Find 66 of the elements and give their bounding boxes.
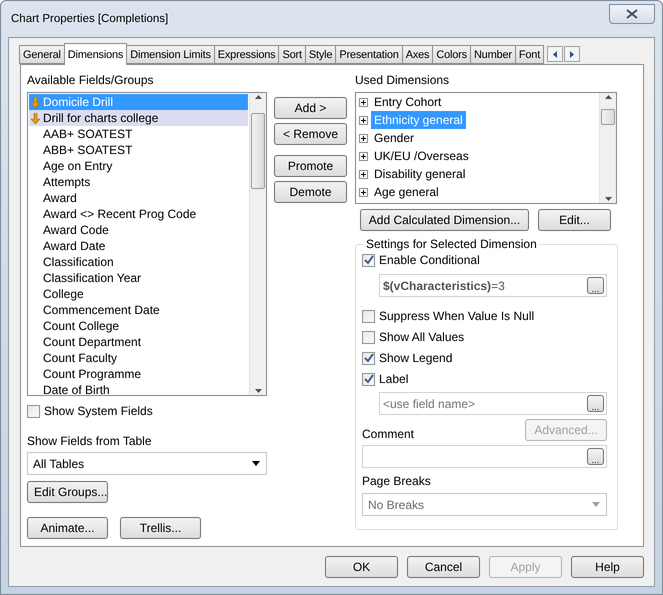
list-item[interactable]: Classification [29,254,248,270]
list-item[interactable]: Award [29,190,248,206]
label-field[interactable]: <use field name> ... [379,392,607,415]
tab[interactable]: General [19,45,65,64]
tree-item[interactable]: UK/EU /Overseas [357,147,598,165]
expression-button[interactable]: ... [587,448,604,465]
list-item[interactable]: ABB+ SOATEST [29,142,248,158]
tab[interactable]: Dimension Limits [126,45,215,64]
dialog-button[interactable]: OK [325,556,398,578]
option-checkbox[interactable]: Show Legend [362,349,607,367]
tab[interactable]: Presentation [335,45,403,64]
edit-groups-button[interactable]: Edit Groups... [27,481,108,503]
tree-item[interactable]: Gender [357,129,598,147]
edit-button[interactable]: Edit... [538,209,611,231]
list-item[interactable]: Age on Entry [29,158,248,174]
move-button[interactable]: Promote [274,155,347,177]
expression-button[interactable]: ... [587,395,604,412]
tree-item[interactable]: Entry Cohort [357,93,598,111]
list-item[interactable]: Count Faculty [29,350,248,366]
condition-field[interactable]: $(vCharacteristics)=3 ... [379,274,607,297]
field-label: Page Breaks [362,474,432,488]
list-item[interactable]: Award Code [29,222,248,238]
tab[interactable]: Axes [402,45,434,64]
dialog-button[interactable]: Trellis... [120,517,201,539]
option-checkbox[interactable]: Suppress When Value Is Null [362,307,607,325]
list-item[interactable]: College [29,286,248,302]
table-dropdown[interactable]: All Tables [27,452,267,475]
move-button[interactable]: Demote [274,181,347,203]
tab[interactable]: Colors [432,45,471,64]
expression-button[interactable]: ... [587,277,604,294]
field-label: Show Fields from Table [27,434,152,448]
label-checkbox[interactable]: Label [362,370,607,388]
list-item[interactable]: Classification Year [29,270,248,286]
add-calculated-dimension-button[interactable]: Add Calculated Dimension... [360,209,529,231]
option-checkbox[interactable]: Show All Values [362,328,607,346]
comment-field[interactable]: ... [362,445,607,468]
list-item[interactable]: AAB+ SOATEST [29,126,248,142]
list-item[interactable]: Count College [29,318,248,334]
move-button[interactable]: Add > [274,97,347,119]
group-title: Settings for Selected Dimension [365,237,538,251]
list-item[interactable]: Award Date [29,238,248,254]
tab[interactable]: Font [514,45,544,64]
window-title: Chart Properties [Completions] [11,13,168,25]
show-system-fields-checkbox[interactable]: Show System Fields [27,402,267,420]
tree-item[interactable]: Age general [357,183,598,201]
tab[interactable]: Number [470,45,516,64]
dialog-button[interactable]: Cancel [407,556,480,578]
dialog-button[interactable]: Animate... [27,517,108,539]
tab[interactable]: Expressions [214,45,280,64]
list-item[interactable]: Count Department [29,334,248,350]
tab[interactable]: Dimensions [64,43,128,65]
tree-item[interactable]: Disability general [357,165,598,183]
enable-conditional-checkbox[interactable]: Enable Conditional [362,251,607,269]
list-item[interactable]: Drill for charts college [29,110,248,126]
dialog-button[interactable]: Help [571,556,644,578]
list-item[interactable]: Count Programme [29,366,248,382]
section-label: Available Fields/Groups [27,73,155,87]
section-label: Used Dimensions [355,73,450,87]
tab[interactable]: Style [304,45,336,64]
move-button[interactable]: < Remove [274,123,347,145]
tab[interactable]: Sort [278,45,306,64]
field-label: Comment [362,427,414,441]
list-item[interactable]: Award <> Recent Prog Code [29,206,248,222]
list-item[interactable]: Commencement Date [29,302,248,318]
list-item[interactable]: Attempts [29,174,248,190]
list-item[interactable]: Date of Birth [29,382,248,395]
